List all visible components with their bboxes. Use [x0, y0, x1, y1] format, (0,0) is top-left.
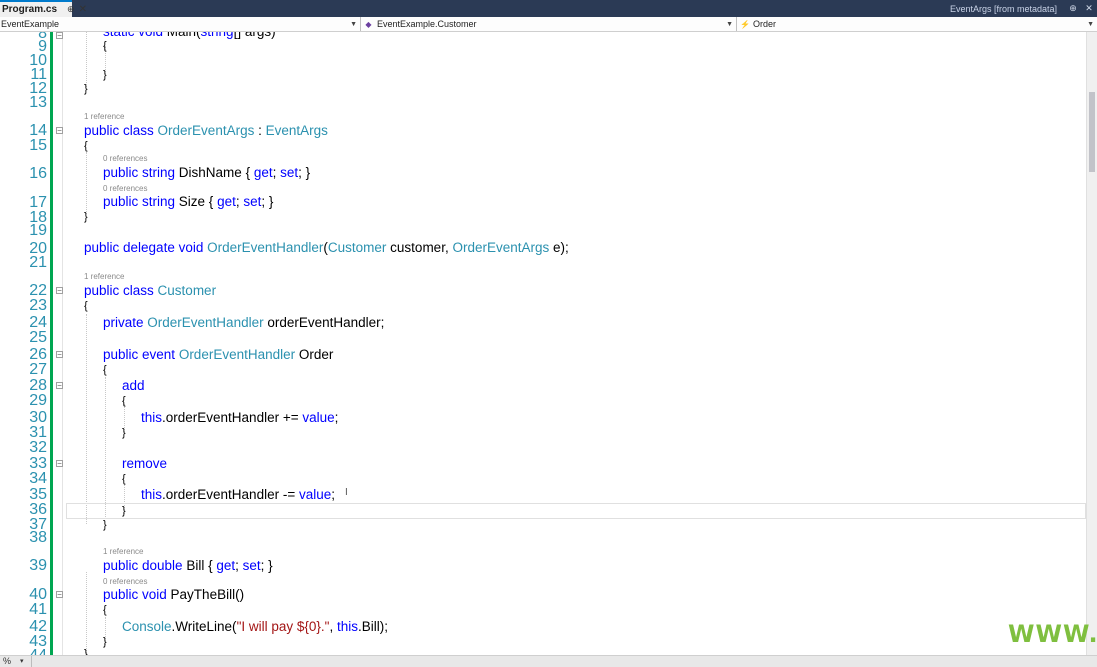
- code-line: static void Main(string[] args): [103, 32, 276, 40]
- code-line: {: [84, 300, 88, 312]
- line-number: 44: [7, 648, 47, 656]
- code-line: }: [84, 648, 88, 655]
- document-tab-bar: Program.cs ⊕ ✕ EventArgs [from metadata]…: [0, 0, 1097, 17]
- line-number: 41: [29, 601, 47, 618]
- code-line: remove: [122, 456, 168, 471]
- code-line: public delegate void OrderEventHandler(C…: [84, 240, 569, 255]
- code-line: this.orderEventHandler += value;: [141, 410, 339, 425]
- line-number: 29: [29, 392, 47, 409]
- member-name: Order: [753, 19, 777, 29]
- codelens-references[interactable]: 1 reference: [103, 547, 143, 557]
- tab-program-cs[interactable]: Program.cs ⊕ ✕: [0, 0, 87, 17]
- zoom-level: %: [3, 656, 12, 666]
- collapse-icon[interactable]: −: [56, 127, 63, 135]
- codelens-references[interactable]: 0 references: [103, 154, 147, 164]
- pin-icon[interactable]: ⊕: [67, 4, 75, 15]
- line-number: 34: [29, 470, 47, 487]
- project-name: EventExample: [1, 19, 60, 29]
- type-name: EventExample.Customer: [377, 19, 477, 29]
- watermark-logo: WWW.: [1008, 620, 1097, 648]
- event-icon: ⚡: [740, 19, 750, 29]
- code-line: }: [84, 83, 88, 95]
- line-number: 15: [29, 137, 47, 154]
- codelens-references[interactable]: 1 reference: [84, 112, 124, 122]
- codelens-references[interactable]: 0 references: [103, 577, 147, 587]
- code-line: add: [122, 378, 145, 393]
- code-line: public event OrderEventHandler Order: [103, 347, 334, 362]
- line-number: 21: [29, 254, 47, 271]
- collapse-icon[interactable]: −: [56, 460, 63, 468]
- code-line: Console.WriteLine("I will pay ${0}.", th…: [122, 619, 388, 634]
- status-bar: % ▾: [0, 655, 1097, 667]
- line-number: 13: [29, 94, 47, 111]
- code-line: public class OrderEventArgs : EventArgs: [84, 123, 328, 138]
- line-number: 38: [29, 529, 47, 546]
- project-dropdown[interactable]: EventExample ▼: [0, 17, 361, 31]
- code-line: {: [103, 40, 107, 52]
- tab-eventargs-metadata[interactable]: EventArgs [from metadata] ⊕ ✕: [950, 0, 1097, 17]
- scrollbar-thumb[interactable]: [1089, 92, 1095, 172]
- close-icon[interactable]: ✕: [79, 4, 87, 15]
- code-line: }: [122, 427, 126, 439]
- collapse-icon[interactable]: −: [56, 32, 63, 40]
- code-line: public double Bill { get; set; }: [103, 558, 273, 573]
- class-icon: ◆: [365, 19, 372, 29]
- collapse-icon[interactable]: −: [56, 382, 63, 390]
- code-line: {: [122, 473, 126, 485]
- line-number: 23: [29, 297, 47, 314]
- code-line: private OrderEventHandler orderEventHand…: [103, 315, 385, 330]
- member-dropdown[interactable]: ⚡ Order ▼: [737, 17, 1097, 31]
- code-line: public string Size { get; set; }: [103, 194, 274, 209]
- code-line: }: [122, 505, 126, 517]
- line-number: 25: [29, 329, 47, 346]
- chevron-down-icon[interactable]: ▼: [726, 21, 733, 28]
- codelens-references[interactable]: 0 references: [103, 184, 147, 194]
- line-number: 39: [29, 557, 47, 574]
- code-line: public class Customer: [84, 283, 217, 298]
- tab-label: Program.cs: [2, 4, 58, 15]
- close-icon[interactable]: ✕: [1081, 3, 1097, 14]
- code-line: public void PayTheBill(): [103, 587, 245, 602]
- code-line: {: [122, 395, 126, 407]
- code-line: }: [84, 211, 88, 223]
- line-number: 19: [29, 222, 47, 239]
- code-line: this.orderEventHandler -= value;: [141, 487, 336, 502]
- code-line: }: [103, 636, 107, 648]
- chevron-down-icon[interactable]: ▼: [1087, 21, 1094, 28]
- vertical-scrollbar[interactable]: [1086, 32, 1097, 655]
- navigation-bar: EventExample ▼ ◆ EventExample.Customer ▼…: [0, 17, 1097, 32]
- collapse-icon[interactable]: −: [56, 287, 63, 295]
- code-line: {: [103, 364, 107, 376]
- pin-icon[interactable]: ⊕: [1065, 3, 1081, 14]
- line-number: 32: [29, 439, 47, 456]
- line-number: 16: [29, 165, 47, 182]
- code-line: }: [103, 519, 107, 531]
- codelens-references[interactable]: 1 reference: [84, 272, 124, 282]
- collapse-icon[interactable]: −: [56, 351, 63, 359]
- code-line: {: [103, 604, 107, 616]
- code-line: public string DishName { get; set; }: [103, 165, 311, 180]
- code-editor[interactable]: 8 9 10 11 12 13 14 15 16 17 18 19 20 21 …: [0, 32, 1086, 655]
- text-cursor: I: [345, 487, 348, 498]
- type-dropdown[interactable]: ◆ EventExample.Customer ▼: [361, 17, 737, 31]
- chevron-down-icon[interactable]: ▾: [20, 656, 24, 667]
- code-line: {: [84, 140, 88, 152]
- zoom-dropdown[interactable]: % ▾: [0, 656, 32, 667]
- code-line: }: [103, 69, 107, 81]
- chevron-down-icon[interactable]: ▼: [350, 21, 357, 28]
- line-number: 27: [29, 361, 47, 378]
- collapse-icon[interactable]: −: [56, 591, 63, 599]
- tab-label: EventArgs [from metadata]: [949, 3, 1057, 14]
